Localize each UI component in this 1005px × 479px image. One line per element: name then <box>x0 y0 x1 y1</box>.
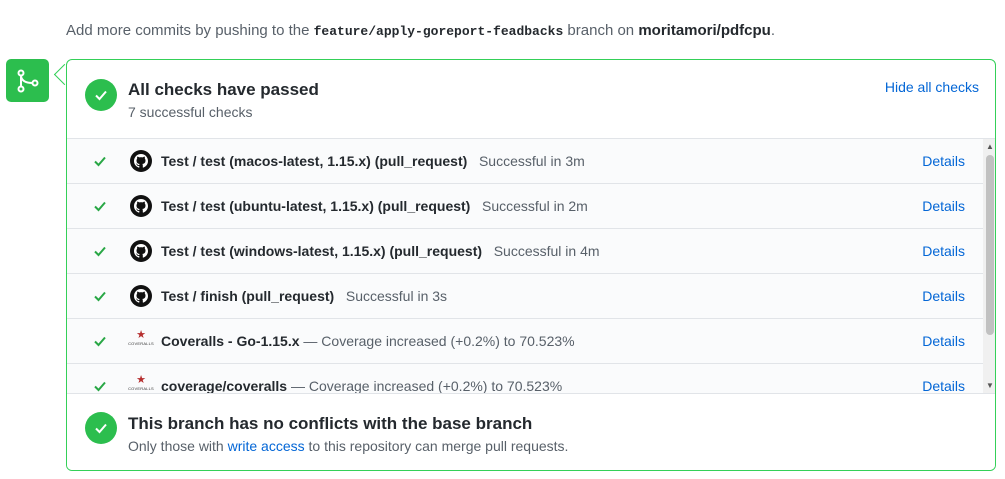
check-status: — Coverage increased (+0.2%) to 70.523% <box>290 378 563 393</box>
check-icon <box>93 154 107 173</box>
check-row: Test / test (macos-latest, 1.15.x) (pull… <box>67 139 995 184</box>
scrollbar-thumb[interactable] <box>986 155 994 335</box>
hint-middle: branch on <box>563 22 639 39</box>
checks-title: All checks have passed <box>128 80 319 99</box>
github-icon <box>130 195 152 217</box>
repo-name: moritamori/pdfcpu <box>638 22 771 39</box>
github-icon <box>130 240 152 262</box>
details-link[interactable]: Details <box>922 378 965 393</box>
check-icon <box>93 244 107 263</box>
details-link[interactable]: Details <box>922 288 965 304</box>
note-suffix: to this repository can merge pull reques… <box>304 438 569 454</box>
check-name: Coveralls - Go-1.15.x <box>161 333 300 349</box>
check-status: Successful in 2m <box>482 198 588 214</box>
checks-scrollbar[interactable]: ▲ ▼ <box>983 139 995 393</box>
check-status: Successful in 3s <box>345 288 448 304</box>
hide-all-checks-link[interactable]: Hide all checks <box>885 79 979 95</box>
hint-suffix: . <box>770 22 776 39</box>
write-access-link[interactable]: write access <box>228 438 305 454</box>
check-icon <box>93 379 107 393</box>
merge-status-section: This branch has no conflicts with the ba… <box>67 393 995 470</box>
github-icon <box>130 150 152 172</box>
coveralls-icon: ★ COVERALLS <box>128 329 154 347</box>
git-merge-icon <box>6 59 49 102</box>
check-row: Test / test (windows-latest, 1.15.x) (pu… <box>67 229 995 274</box>
scroll-down-arrow-icon[interactable]: ▼ <box>986 381 994 390</box>
details-link[interactable]: Details <box>922 198 965 214</box>
check-row: Test / finish (pull_request) Successful … <box>67 274 995 319</box>
check-icon <box>93 199 107 218</box>
no-conflicts-title: This branch has no conflicts with the ba… <box>128 414 533 433</box>
merge-box: All checks have passed 7 successful chec… <box>66 59 996 471</box>
check-name: Test / test (macos-latest, 1.15.x) (pull… <box>161 153 468 169</box>
check-name: Test / test (ubuntu-latest, 1.15.x) (pul… <box>161 198 471 214</box>
check-name: Test / finish (pull_request) <box>161 288 335 304</box>
checks-passed-icon <box>85 79 117 111</box>
check-row: ★ COVERALLS coverage/coveralls — Coverage… <box>67 364 995 393</box>
branch-name: feature/apply-goreport-feadbacks <box>313 24 564 39</box>
scroll-up-arrow-icon[interactable]: ▲ <box>986 142 994 151</box>
details-link[interactable]: Details <box>922 243 965 259</box>
check-icon <box>93 334 107 353</box>
note-prefix: Only those with <box>128 438 228 454</box>
checks-header: All checks have passed 7 successful chec… <box>67 60 995 139</box>
check-status: — Coverage increased (+0.2%) to 70.523% <box>303 333 575 349</box>
no-conflicts-icon <box>85 412 117 444</box>
details-link[interactable]: Details <box>922 153 965 169</box>
check-status: Successful in 4m <box>493 243 600 259</box>
push-hint: Add more commits by pushing to the featu… <box>66 22 775 39</box>
check-name: coverage/coveralls <box>161 378 288 393</box>
check-row: ★ COVERALLS Coveralls - Go-1.15.x — Cover… <box>67 319 995 364</box>
github-icon <box>130 285 152 307</box>
coveralls-icon: ★ COVERALLS <box>128 374 154 392</box>
details-link[interactable]: Details <box>922 333 965 349</box>
check-icon <box>93 289 107 308</box>
merge-permission-note: Only those with write access to this rep… <box>128 438 568 454</box>
hint-prefix: Add more commits by pushing to the <box>66 22 314 39</box>
checks-subtitle: 7 successful checks <box>128 104 253 120</box>
check-row: Test / test (ubuntu-latest, 1.15.x) (pul… <box>67 184 995 229</box>
check-status: Successful in 3m <box>478 153 585 169</box>
checks-list[interactable]: Test / test (macos-latest, 1.15.x) (pull… <box>67 139 995 393</box>
check-name: Test / test (windows-latest, 1.15.x) (pu… <box>161 243 483 259</box>
